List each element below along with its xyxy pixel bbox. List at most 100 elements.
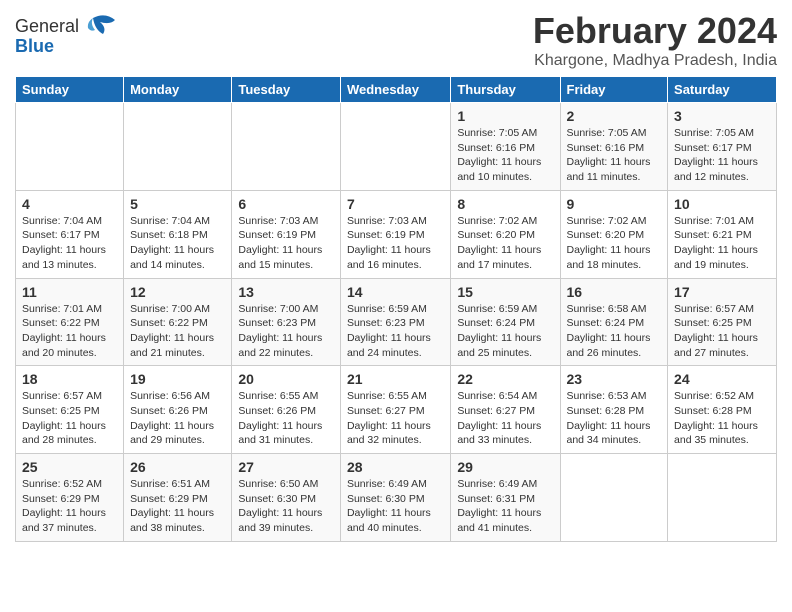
day-info: Sunrise: 7:04 AM Sunset: 6:17 PM Dayligh… [22, 214, 117, 273]
day-info: Sunrise: 7:05 AM Sunset: 6:16 PM Dayligh… [567, 126, 662, 185]
page-header: General Blue February 2024 Khargone, Mad… [15, 10, 777, 70]
calendar-cell: 6 Sunrise: 7:03 AM Sunset: 6:19 PM Daylig… [232, 190, 341, 278]
day-number: 6 [238, 196, 334, 212]
calendar-cell: 8 Sunrise: 7:02 AM Sunset: 6:20 PM Daylig… [451, 190, 560, 278]
calendar-cell: 28Sunrise: 6:49 AM Sunset: 6:30 PM Dayli… [340, 454, 450, 542]
day-number: 13 [238, 284, 334, 300]
day-info: Sunrise: 6:57 AM Sunset: 6:25 PM Dayligh… [674, 302, 770, 361]
calendar-cell [124, 103, 232, 191]
calendar-cell: 12 Sunrise: 7:00 AM Sunset: 6:22 PM Dayli… [124, 278, 232, 366]
day-info: Sunrise: 6:55 AM Sunset: 6:26 PM Dayligh… [238, 389, 334, 448]
day-number: 23 [567, 371, 662, 387]
calendar-cell: 15 Sunrise: 6:59 AM Sunset: 6:24 PM Dayli… [451, 278, 560, 366]
calendar-cell: 7Sunrise: 7:03 AM Sunset: 6:19 PM Daylig… [340, 190, 450, 278]
day-number: 5 [130, 196, 225, 212]
day-number: 7 [347, 196, 444, 212]
calendar-cell [16, 103, 124, 191]
day-info: Sunrise: 7:00 AM Sunset: 6:22 PM Dayligh… [130, 302, 225, 361]
calendar-cell: 29 Sunrise: 6:49 AM Sunset: 6:31 PM Dayli… [451, 454, 560, 542]
day-number: 16 [567, 284, 662, 300]
header-friday: Friday [560, 77, 668, 103]
calendar-cell: 4 Sunrise: 7:04 AM Sunset: 6:17 PM Daylig… [16, 190, 124, 278]
calendar-cell: 17 Sunrise: 6:57 AM Sunset: 6:25 PM Dayli… [668, 278, 777, 366]
calendar-cell: 21 Sunrise: 6:55 AM Sunset: 6:27 PM Dayli… [340, 366, 450, 454]
calendar-cell: 5 Sunrise: 7:04 AM Sunset: 6:18 PM Daylig… [124, 190, 232, 278]
day-info: Sunrise: 7:05 AM Sunset: 6:16 PM Dayligh… [457, 126, 553, 185]
day-info: Sunrise: 7:02 AM Sunset: 6:20 PM Dayligh… [457, 214, 553, 273]
day-number: 4 [22, 196, 117, 212]
day-info: Sunrise: 6:49 AM Sunset: 6:30 PM Dayligh… [347, 477, 444, 536]
location-title: Khargone, Madhya Pradesh, India [533, 52, 777, 70]
calendar-cell: 27Sunrise: 6:50 AM Sunset: 6:30 PM Dayli… [232, 454, 341, 542]
calendar-cell [668, 454, 777, 542]
day-number: 20 [238, 371, 334, 387]
day-number: 29 [457, 459, 553, 475]
day-info: Sunrise: 7:01 AM Sunset: 6:22 PM Dayligh… [22, 302, 117, 361]
day-info: Sunrise: 7:05 AM Sunset: 6:17 PM Dayligh… [674, 126, 770, 185]
header-monday: Monday [124, 77, 232, 103]
day-number: 15 [457, 284, 553, 300]
logo-general: General Blue [15, 10, 125, 65]
day-number: 19 [130, 371, 225, 387]
calendar-cell: 24 Sunrise: 6:52 AM Sunset: 6:28 PM Dayli… [668, 366, 777, 454]
calendar-cell: 19 Sunrise: 6:56 AM Sunset: 6:26 PM Dayli… [124, 366, 232, 454]
calendar-cell: 20 Sunrise: 6:55 AM Sunset: 6:26 PM Dayli… [232, 366, 341, 454]
day-info: Sunrise: 6:58 AM Sunset: 6:24 PM Dayligh… [567, 302, 662, 361]
day-info: Sunrise: 6:49 AM Sunset: 6:31 PM Dayligh… [457, 477, 553, 536]
calendar-cell [560, 454, 668, 542]
day-info: Sunrise: 6:59 AM Sunset: 6:24 PM Dayligh… [457, 302, 553, 361]
day-info: Sunrise: 6:52 AM Sunset: 6:28 PM Dayligh… [674, 389, 770, 448]
calendar-cell: 26 Sunrise: 6:51 AM Sunset: 6:29 PM Dayli… [124, 454, 232, 542]
calendar-week-5: 25 Sunrise: 6:52 AM Sunset: 6:29 PM Dayli… [16, 454, 777, 542]
calendar-cell: 1 Sunrise: 7:05 AM Sunset: 6:16 PM Daylig… [451, 103, 560, 191]
day-number: 26 [130, 459, 225, 475]
day-info: Sunrise: 7:04 AM Sunset: 6:18 PM Dayligh… [130, 214, 225, 273]
day-info: Sunrise: 6:55 AM Sunset: 6:27 PM Dayligh… [347, 389, 444, 448]
day-number: 11 [22, 284, 117, 300]
svg-text:Blue: Blue [15, 36, 54, 56]
day-number: 21 [347, 371, 444, 387]
calendar-cell [340, 103, 450, 191]
calendar-table: Sunday Monday Tuesday Wednesday Thursday… [15, 76, 777, 542]
header-sunday: Sunday [16, 77, 124, 103]
calendar-cell: 25 Sunrise: 6:52 AM Sunset: 6:29 PM Dayli… [16, 454, 124, 542]
month-title: February 2024 [533, 10, 777, 52]
calendar-cell: 23Sunrise: 6:53 AM Sunset: 6:28 PM Dayli… [560, 366, 668, 454]
day-info: Sunrise: 6:59 AM Sunset: 6:23 PM Dayligh… [347, 302, 444, 361]
logo: General Blue [15, 10, 125, 65]
day-number: 22 [457, 371, 553, 387]
header-tuesday: Tuesday [232, 77, 341, 103]
day-info: Sunrise: 6:51 AM Sunset: 6:29 PM Dayligh… [130, 477, 225, 536]
calendar-cell: 11 Sunrise: 7:01 AM Sunset: 6:22 PM Dayli… [16, 278, 124, 366]
calendar-cell: 18 Sunrise: 6:57 AM Sunset: 6:25 PM Dayli… [16, 366, 124, 454]
day-info: Sunrise: 6:54 AM Sunset: 6:27 PM Dayligh… [457, 389, 553, 448]
day-number: 8 [457, 196, 553, 212]
calendar-cell: 14 Sunrise: 6:59 AM Sunset: 6:23 PM Dayli… [340, 278, 450, 366]
calendar-week-3: 11 Sunrise: 7:01 AM Sunset: 6:22 PM Dayli… [16, 278, 777, 366]
day-number: 24 [674, 371, 770, 387]
day-number: 10 [674, 196, 770, 212]
header-saturday: Saturday [668, 77, 777, 103]
calendar-cell: 3Sunrise: 7:05 AM Sunset: 6:17 PM Daylig… [668, 103, 777, 191]
day-number: 9 [567, 196, 662, 212]
calendar-header-row: Sunday Monday Tuesday Wednesday Thursday… [16, 77, 777, 103]
calendar-cell: 16 Sunrise: 6:58 AM Sunset: 6:24 PM Dayli… [560, 278, 668, 366]
header-wednesday: Wednesday [340, 77, 450, 103]
day-number: 18 [22, 371, 117, 387]
day-number: 27 [238, 459, 334, 475]
day-info: Sunrise: 7:03 AM Sunset: 6:19 PM Dayligh… [238, 214, 334, 273]
calendar-cell: 22 Sunrise: 6:54 AM Sunset: 6:27 PM Dayli… [451, 366, 560, 454]
calendar-cell: 13 Sunrise: 7:00 AM Sunset: 6:23 PM Dayli… [232, 278, 341, 366]
day-info: Sunrise: 6:56 AM Sunset: 6:26 PM Dayligh… [130, 389, 225, 448]
day-info: Sunrise: 6:57 AM Sunset: 6:25 PM Dayligh… [22, 389, 117, 448]
day-number: 1 [457, 108, 553, 124]
title-block: February 2024 Khargone, Madhya Pradesh, … [533, 10, 777, 70]
day-number: 14 [347, 284, 444, 300]
day-number: 17 [674, 284, 770, 300]
day-number: 12 [130, 284, 225, 300]
day-info: Sunrise: 7:02 AM Sunset: 6:20 PM Dayligh… [567, 214, 662, 273]
day-number: 25 [22, 459, 117, 475]
day-info: Sunrise: 7:00 AM Sunset: 6:23 PM Dayligh… [238, 302, 334, 361]
day-info: Sunrise: 6:52 AM Sunset: 6:29 PM Dayligh… [22, 477, 117, 536]
calendar-week-1: 1 Sunrise: 7:05 AM Sunset: 6:16 PM Daylig… [16, 103, 777, 191]
